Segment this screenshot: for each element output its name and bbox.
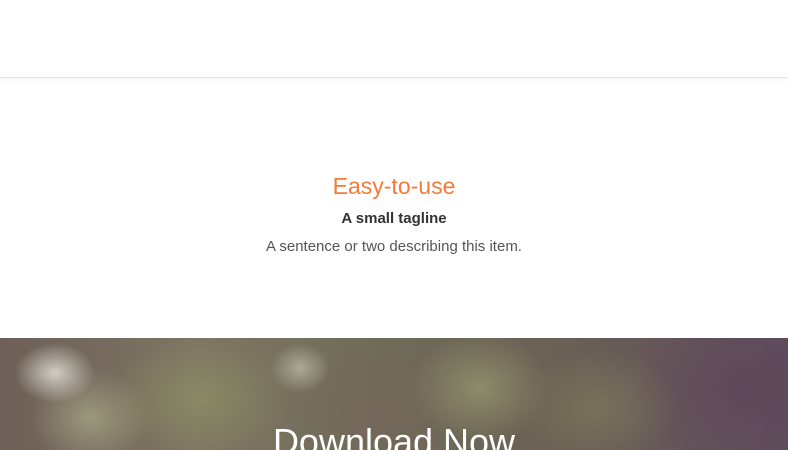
feature-tagline: A small tagline <box>341 210 447 227</box>
feature-section: Easy-to-use A small tagline A sentence o… <box>0 79 788 338</box>
header-bar <box>0 0 788 78</box>
download-heading: Download Now <box>272 421 516 450</box>
page: Easy-to-use A small tagline A sentence o… <box>0 0 788 450</box>
feature-description: A sentence or two describing this item. <box>266 238 522 255</box>
feature-title: Easy-to-use <box>332 173 456 199</box>
download-banner: Download Now <box>0 338 788 450</box>
